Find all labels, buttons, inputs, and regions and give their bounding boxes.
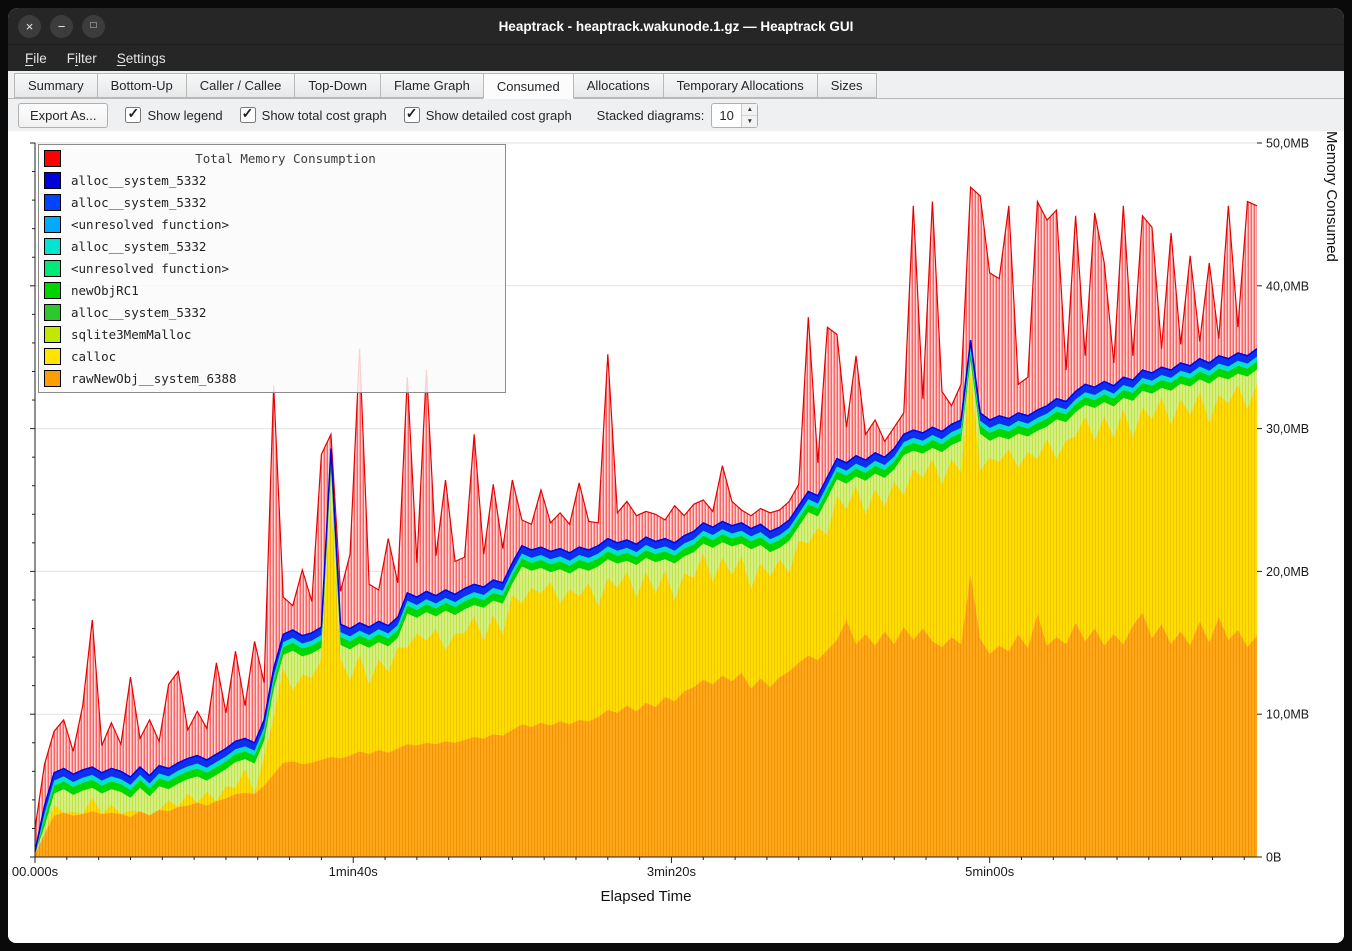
tab-bar: SummaryBottom-UpCaller / CalleeTop-DownF… <box>8 71 1344 99</box>
checkbox-box <box>125 107 141 123</box>
legend-item: <unresolved function> <box>39 213 505 235</box>
legend-title-row: Total Memory Consumption <box>39 147 505 169</box>
menu-filter[interactable]: Filter <box>58 48 106 69</box>
stacked-diagrams-label: Stacked diagrams: <box>597 108 705 123</box>
spinbox-increment[interactable]: ▲ <box>742 104 757 116</box>
legend-swatch <box>44 348 61 365</box>
legend-label: rawNewObj__system_6388 <box>71 371 237 386</box>
svg-text:0B: 0B <box>1266 851 1281 865</box>
checkbox-box <box>404 107 420 123</box>
svg-text:10,0MB: 10,0MB <box>1266 708 1309 722</box>
spinbox-decrement[interactable]: ▼ <box>742 116 757 127</box>
legend-swatch <box>44 370 61 387</box>
chart-area[interactable]: 0B 10,0MB 20,0MB 30,0MB 40,0MB 50,0MB 00.000s 1… <box>8 131 1344 943</box>
legend-swatch <box>44 260 61 277</box>
tab-caller-callee[interactable]: Caller / Callee <box>186 73 296 98</box>
stacked-diagrams-spinbox[interactable]: 10 ▲ ▼ <box>711 103 758 128</box>
legend-label: alloc__system_5332 <box>71 195 206 210</box>
tab-allocations[interactable]: Allocations <box>573 73 664 98</box>
legend-swatch <box>44 304 61 321</box>
legend-item: rawNewObj__system_6388 <box>39 367 505 389</box>
legend-item: alloc__system_5332 <box>39 235 505 257</box>
export-as-button[interactable]: Export As... <box>18 103 108 128</box>
legend-swatch <box>44 238 61 255</box>
svg-text:50,0MB: 50,0MB <box>1266 137 1309 151</box>
legend-label: alloc__system_5332 <box>71 305 206 320</box>
spinbox-value: 10 <box>712 104 741 127</box>
checkbox-box <box>240 107 256 123</box>
checkbox-label: Show total cost graph <box>262 108 387 123</box>
legend-label: <unresolved function> <box>71 261 229 276</box>
legend-item: calloc <box>39 345 505 367</box>
minimize-icon: − <box>58 20 66 33</box>
maximize-button[interactable]: □ <box>82 15 105 38</box>
legend-label: alloc__system_5332 <box>71 239 206 254</box>
legend-item: alloc__system_5332 <box>39 191 505 213</box>
minimize-button[interactable]: − <box>50 15 73 38</box>
legend-label: <unresolved function> <box>71 217 229 232</box>
menu-bar: FileFilterSettings <box>8 44 1344 71</box>
legend-label: Total Memory Consumption <box>71 151 500 166</box>
legend-swatch <box>44 194 61 211</box>
window-title: Heaptrack - heaptrack.wakunode.1.gz — He… <box>8 19 1344 34</box>
menu-settings[interactable]: Settings <box>108 48 175 69</box>
window-controls: × − □ <box>18 8 105 44</box>
svg-text:30,0MB: 30,0MB <box>1266 422 1309 436</box>
tab-top-down[interactable]: Top-Down <box>294 73 381 98</box>
checkbox-label: Show legend <box>147 108 222 123</box>
svg-text:5min00s: 5min00s <box>965 864 1015 879</box>
chart-toolbar: Export As... Show legend Show total cost … <box>8 99 1344 131</box>
tab-consumed[interactable]: Consumed <box>483 73 574 99</box>
legend-swatch <box>44 326 61 343</box>
legend-swatch <box>44 150 61 167</box>
close-icon: × <box>26 20 34 33</box>
legend-label: newObjRC1 <box>71 283 139 298</box>
legend-item: <unresolved function> <box>39 257 505 279</box>
svg-text:3min20s: 3min20s <box>647 864 697 879</box>
svg-text:00.000s: 00.000s <box>12 864 59 879</box>
svg-text:20,0MB: 20,0MB <box>1266 565 1309 579</box>
legend-swatch <box>44 216 61 233</box>
legend-swatch <box>44 282 61 299</box>
checkbox-label: Show detailed cost graph <box>426 108 572 123</box>
svg-text:40,0MB: 40,0MB <box>1266 279 1309 293</box>
title-bar: × − □ Heaptrack - heaptrack.wakunode.1.g… <box>8 8 1344 44</box>
menu-file[interactable]: File <box>16 48 56 69</box>
x-axis-title: Elapsed Time <box>8 888 1284 905</box>
maximize-icon: □ <box>90 21 96 31</box>
legend-swatch <box>44 172 61 189</box>
checkbox-group: Show legend Show total cost graph Show det… <box>125 107 571 123</box>
tab-summary[interactable]: Summary <box>14 73 98 98</box>
checkbox-show-legend[interactable]: Show legend <box>125 107 222 123</box>
tab-temporary-allocations[interactable]: Temporary Allocations <box>663 73 818 98</box>
legend-item: newObjRC1 <box>39 279 505 301</box>
tab-sizes[interactable]: Sizes <box>817 73 877 98</box>
legend-item: alloc__system_5332 <box>39 301 505 323</box>
legend-label: sqlite3MemMalloc <box>71 327 191 342</box>
legend-item: alloc__system_5332 <box>39 169 505 191</box>
legend-label: calloc <box>71 349 116 364</box>
tab-flame-graph[interactable]: Flame Graph <box>380 73 484 98</box>
spinbox-arrows: ▲ ▼ <box>741 104 757 127</box>
checkbox-show-total-cost-graph[interactable]: Show total cost graph <box>240 107 387 123</box>
tab-bottom-up[interactable]: Bottom-Up <box>97 73 187 98</box>
y-axis-title: Memory Consumed <box>1323 131 1340 881</box>
legend-item: sqlite3MemMalloc <box>39 323 505 345</box>
chart-legend: Total Memory Consumption alloc__system_53… <box>38 144 506 393</box>
svg-text:1min40s: 1min40s <box>329 864 379 879</box>
close-button[interactable]: × <box>18 15 41 38</box>
app-window: × − □ Heaptrack - heaptrack.wakunode.1.g… <box>8 8 1344 943</box>
legend-label: alloc__system_5332 <box>71 173 206 188</box>
checkbox-show-detailed-cost-graph[interactable]: Show detailed cost graph <box>404 107 572 123</box>
